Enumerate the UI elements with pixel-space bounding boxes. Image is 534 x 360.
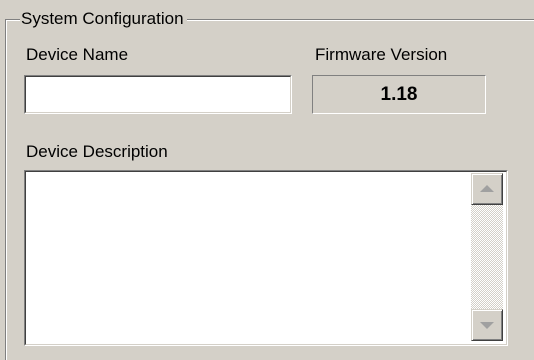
device-description-scrollbar[interactable]	[471, 173, 503, 341]
scroll-down-button[interactable]	[471, 309, 503, 341]
device-name-field-frame	[24, 75, 292, 114]
arrow-up-icon	[480, 185, 494, 192]
device-description-textarea[interactable]	[27, 173, 467, 341]
device-name-input[interactable]	[27, 78, 287, 109]
scroll-track[interactable]	[471, 205, 503, 309]
device-description-field-frame	[24, 170, 508, 346]
device-description-label: Device Description	[26, 142, 168, 161]
firmware-version-value: 1.18	[380, 83, 418, 105]
groupbox-title: System Configuration	[20, 9, 187, 29]
device-name-label: Device Name	[26, 45, 129, 64]
firmware-version-label: Firmware Version	[315, 45, 448, 64]
firmware-version-field: 1.18	[312, 75, 486, 114]
arrow-down-icon	[480, 322, 494, 329]
scroll-up-button[interactable]	[471, 173, 503, 205]
